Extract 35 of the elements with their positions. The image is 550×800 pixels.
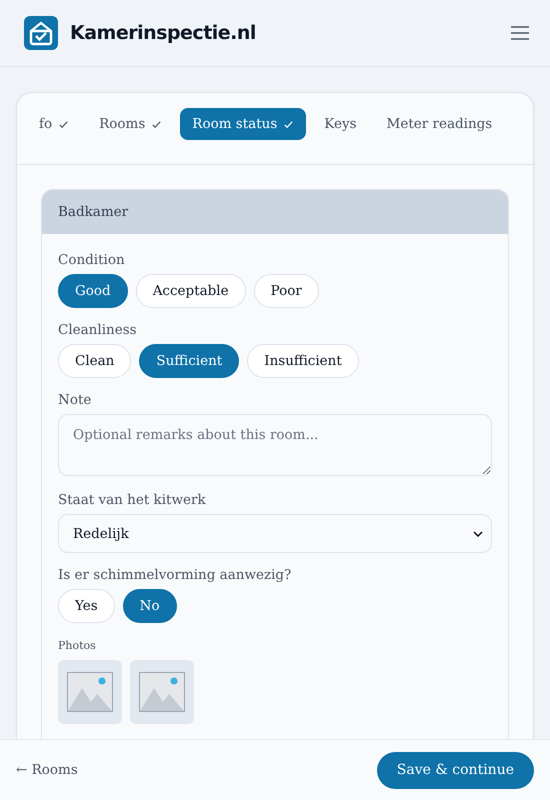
- field-label: Cleanliness: [58, 322, 138, 338]
- field-label: Condition: [58, 252, 126, 268]
- step-tab[interactable]: Keys: [312, 108, 369, 140]
- photo-thumbnail[interactable]: [130, 660, 194, 724]
- check-icon: [58, 118, 70, 130]
- option-pill[interactable]: Clean: [58, 344, 132, 378]
- image-placeholder-icon: [67, 672, 113, 712]
- brand-name: Kamerinspectie.nl: [70, 22, 256, 44]
- field-label: Is er schimmelvorming aanwezig?: [58, 567, 292, 583]
- step-tab[interactable]: fo: [39, 108, 82, 140]
- back-link[interactable]: ← Rooms: [16, 762, 78, 778]
- select-field[interactable]: Redelijk: [58, 514, 492, 553]
- option-pill[interactable]: Yes: [58, 589, 115, 623]
- step-tab[interactable]: Meter readings: [374, 108, 504, 140]
- photo-thumbnail[interactable]: [58, 660, 122, 724]
- check-icon: [283, 118, 294, 130]
- step-tab[interactable]: Rooms: [87, 108, 174, 140]
- option-pill[interactable]: Acceptable: [136, 274, 246, 308]
- note-field[interactable]: Optional remarks about this room...: [58, 414, 492, 476]
- field-label: Staat van het kitwerk: [58, 492, 207, 508]
- room-title: Badkamer: [42, 190, 508, 234]
- option-pill[interactable]: Sufficient: [139, 344, 240, 378]
- menu-icon[interactable]: [510, 25, 530, 41]
- field-label: Note: [58, 392, 92, 408]
- field-label: Photos: [58, 639, 97, 652]
- option-pill[interactable]: No: [122, 589, 177, 623]
- save-button[interactable]: Save & continue: [376, 752, 534, 788]
- image-placeholder-icon: [139, 672, 185, 712]
- check-icon: [151, 118, 162, 130]
- step-tab[interactable]: Room status: [180, 108, 306, 140]
- option-pill[interactable]: Good: [58, 274, 128, 308]
- chevron-down-icon: [473, 530, 483, 536]
- option-pill[interactable]: Insufficient: [247, 344, 359, 378]
- option-pill[interactable]: Poor: [254, 274, 319, 308]
- logo-icon: [24, 16, 58, 50]
